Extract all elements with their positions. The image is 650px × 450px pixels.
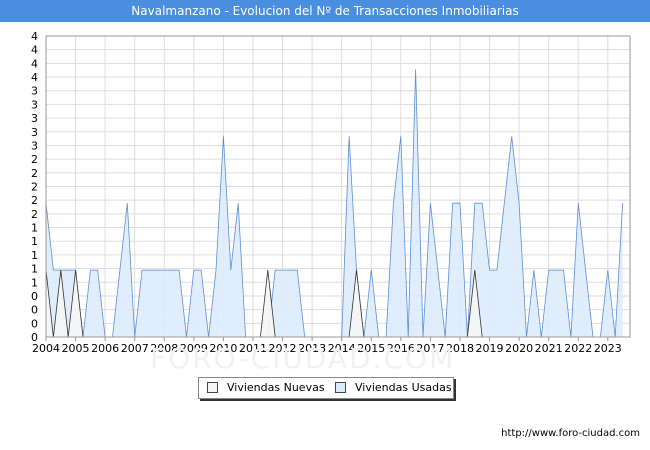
y-tick-label: 0 [31,304,38,317]
source-link[interactable]: http://www.foro-ciudad.com [501,428,640,439]
legend: Viviendas Nuevas Viviendas Usadas [198,377,454,399]
x-tick-label: 2004 [32,342,60,352]
chart: 000011111222223333344442004 2005 2006 2007 2… [31,30,631,352]
x-tick-label: 2021 [535,342,563,352]
x-tick-label: 2005 [62,342,90,352]
legend-swatch-usadas [335,382,346,393]
y-tick-label: 4 [31,57,38,70]
y-tick-label: 1 [31,263,38,276]
legend-label-usadas: Viviendas Usadas [355,381,452,394]
y-tick-label: 3 [31,126,38,139]
y-tick-label: 1 [31,222,38,235]
y-tick-label: 4 [31,44,38,57]
x-tick-label: 2023 [594,342,622,352]
y-tick-label: 2 [31,208,38,221]
legend-item-usadas: Viviendas Usadas [335,381,452,394]
chart-title: Navalmanzano - Evolucion del Nº de Trans… [0,0,650,22]
y-tick-label: 0 [31,317,38,330]
legend-swatch-nuevas [207,382,218,393]
y-tick-label: 2 [31,153,38,166]
x-tick-label: 2020 [505,342,533,352]
y-tick-label: 3 [31,98,38,111]
y-tick-label: 3 [31,139,38,152]
x-tick-label: 2006 [91,342,119,352]
y-tick-label: 4 [31,30,38,43]
y-tick-label: 1 [31,249,38,262]
y-tick-label: 2 [31,194,38,207]
y-tick-label: 1 [31,235,38,248]
y-tick-label: 4 [31,71,38,84]
watermark: FORO-CIUDAD.COM [150,342,456,375]
x-tick-label: 2007 [121,342,149,352]
x-tick-label: 2022 [564,342,592,352]
x-tick-label: 2019 [476,342,504,352]
legend-item-nuevas: Viviendas Nuevas [207,381,325,394]
y-tick-label: 3 [31,112,38,125]
legend-label-nuevas: Viviendas Nuevas [227,381,325,394]
y-tick-label: 1 [31,276,38,289]
y-tick-label: 0 [31,290,38,303]
y-tick-label: 3 [31,85,38,98]
y-tick-label: 2 [31,181,38,194]
y-tick-label: 2 [31,167,38,180]
